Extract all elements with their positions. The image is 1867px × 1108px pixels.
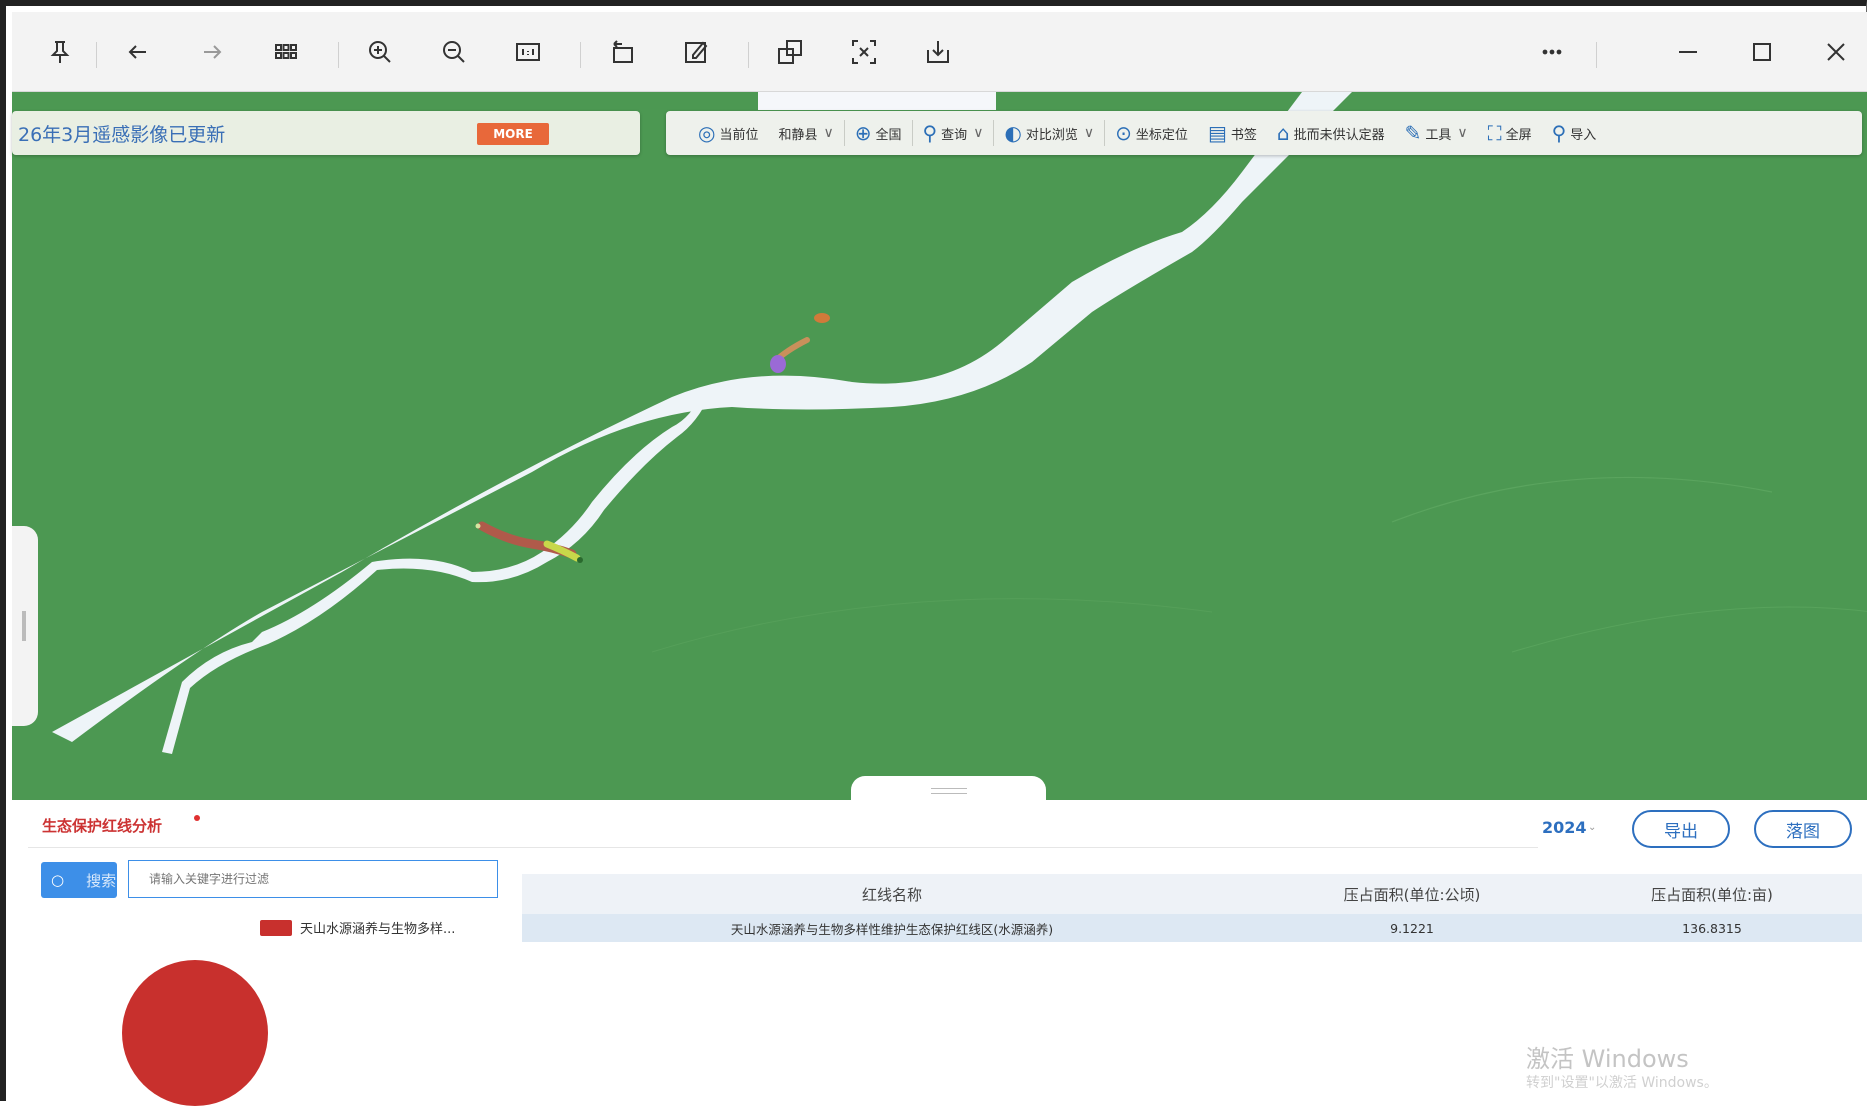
- forward-arrow-icon[interactable]: [190, 30, 234, 74]
- activation-watermark: 激活 Windows 转到"设置"以激活 Windows。: [1526, 1046, 1718, 1092]
- drop-map-button[interactable]: 落图: [1754, 810, 1852, 848]
- legend-label: 天山水源涵养与生物多样...: [300, 922, 456, 937]
- chevron-down-icon: ⌄: [1588, 822, 1597, 833]
- filter-input[interactable]: [128, 860, 498, 898]
- cell-redline-name: 天山水源涵养与生物多样性维护生态保护红线区(水源涵养): [730, 921, 1054, 937]
- verify-tool[interactable]: ⌂ 批而未供认定器: [1267, 111, 1395, 155]
- more-icon[interactable]: [1530, 30, 1574, 74]
- crosshair-icon: ⊙: [1115, 121, 1132, 145]
- more-button[interactable]: MORE: [477, 123, 549, 145]
- viewer-toolbar: [12, 12, 1867, 92]
- zoom-in-icon[interactable]: [358, 30, 402, 74]
- header-area-mu: 压占面积(单位:亩): [1651, 885, 1773, 904]
- fullscreen-icon: ⛶: [1487, 121, 1502, 145]
- tab-indicator-dot: [194, 815, 200, 821]
- search-icon: ○: [51, 871, 65, 889]
- zoom-out-icon[interactable]: [432, 30, 476, 74]
- tools-menu[interactable]: ✎ 工具 ∨: [1395, 111, 1478, 155]
- import-tool[interactable]: ⚲ 导入: [1542, 111, 1607, 155]
- map-terrain: [52, 92, 1867, 754]
- table-header: 红线名称 压占面积(单位:公顷) 压占面积(单位:亩): [522, 874, 1862, 914]
- bookmark-icon: ▤: [1207, 121, 1227, 145]
- region-select[interactable]: 和静县 ∨: [768, 111, 843, 155]
- notice-text: 26年3月遥感影像已更新: [18, 123, 226, 146]
- cell-area-ha: 9.1221: [1390, 920, 1434, 936]
- grid-view-icon[interactable]: [264, 30, 308, 74]
- pie-slice: [122, 960, 268, 1106]
- legend-swatch: [260, 919, 292, 936]
- maximize-icon[interactable]: [1740, 30, 1784, 74]
- locate-tool[interactable]: ◎ 当前位: [688, 111, 768, 155]
- coord-locate-tool[interactable]: ⊙ 坐标定位: [1105, 111, 1198, 155]
- chevron-down-icon: ∨: [1457, 125, 1468, 141]
- save-icon[interactable]: [916, 30, 960, 74]
- wrench-icon: ✎: [1404, 121, 1422, 145]
- minimize-icon[interactable]: [1666, 30, 1710, 74]
- chevron-down-icon: ∨: [1083, 125, 1095, 141]
- export-button[interactable]: 导出: [1632, 810, 1730, 848]
- header-area-ha: 压占面积(单位:公顷): [1343, 885, 1481, 904]
- location-pin-icon: ◎: [698, 121, 716, 145]
- query-tool[interactable]: ⚲ 查询 ∨: [913, 111, 994, 155]
- map-canvas[interactable]: [12, 92, 1867, 800]
- year-select[interactable]: 2024: [1542, 818, 1587, 837]
- text-recognition-icon[interactable]: [842, 30, 886, 74]
- building-icon: ⌂: [1276, 121, 1290, 145]
- left-panel-handle[interactable]: [12, 526, 38, 726]
- chevron-down-icon: ∨: [823, 125, 834, 141]
- close-icon[interactable]: [1814, 30, 1858, 74]
- redline-table: 红线名称 压占面积(单位:公顷) 压占面积(单位:亩) 天山水源涵养与生物多样性…: [522, 874, 1862, 942]
- watermark-subtitle: 转到"设置"以激活 Windows。: [1526, 1075, 1718, 1092]
- chevron-down-icon: ∨: [973, 125, 984, 141]
- map-toolbar: ◎ 当前位 和静县 ∨ ⊕ 全国 ⚲ 查询 ∨ ◐ 对比浏览 ∨ ⊙ 坐标定位 ▤ 书签 ⌂ 批而未…: [666, 111, 1862, 155]
- crop-icon[interactable]: [768, 30, 812, 74]
- edit-icon[interactable]: [674, 30, 718, 74]
- update-notice: 26年3月遥感影像已更新 MORE: [12, 111, 640, 155]
- search-button[interactable]: ○ 搜索: [41, 862, 117, 898]
- full-view-tool[interactable]: ⊕ 全国: [845, 111, 912, 155]
- bookmark-tool[interactable]: ▤ 书签: [1198, 111, 1267, 155]
- pin-icon[interactable]: [38, 30, 82, 74]
- pie-chart: [122, 960, 268, 1106]
- fullscreen-tool[interactable]: ⛶ 全屏: [1478, 111, 1542, 155]
- watermark-title: 激活 Windows: [1526, 1045, 1689, 1073]
- user-pin-icon: ⚲: [1551, 121, 1567, 145]
- actual-size-icon[interactable]: [506, 30, 550, 74]
- tab-redline-analysis[interactable]: 生态保护红线分析: [28, 808, 177, 844]
- tab-divider: [28, 847, 1538, 848]
- back-arrow-icon[interactable]: [116, 30, 160, 74]
- compare-tool[interactable]: ◐ 对比浏览 ∨: [994, 111, 1104, 155]
- cell-area-mu: 136.8315: [1682, 920, 1742, 936]
- rotate-icon[interactable]: [600, 30, 644, 74]
- search-icon: ⚲: [922, 121, 938, 145]
- search-button-label: 搜索: [86, 871, 117, 890]
- globe-icon: ⊕: [854, 121, 872, 145]
- half-circle-icon: ◐: [1004, 121, 1022, 145]
- table-row[interactable]: 天山水源涵养与生物多样性维护生态保护红线区(水源涵养) 9.1221 136.8…: [522, 914, 1862, 942]
- map-top-tab[interactable]: [758, 92, 996, 110]
- app-window: 26年3月遥感影像已更新 MORE ◎ 当前位 和静县 ∨ ⊕ 全国 ⚲ 查询 ∨ ◐ 对比…: [0, 0, 1867, 1107]
- header-redline-name: 红线名称: [861, 885, 922, 904]
- legend-item: 天山水源涵养与生物多样...: [260, 918, 455, 937]
